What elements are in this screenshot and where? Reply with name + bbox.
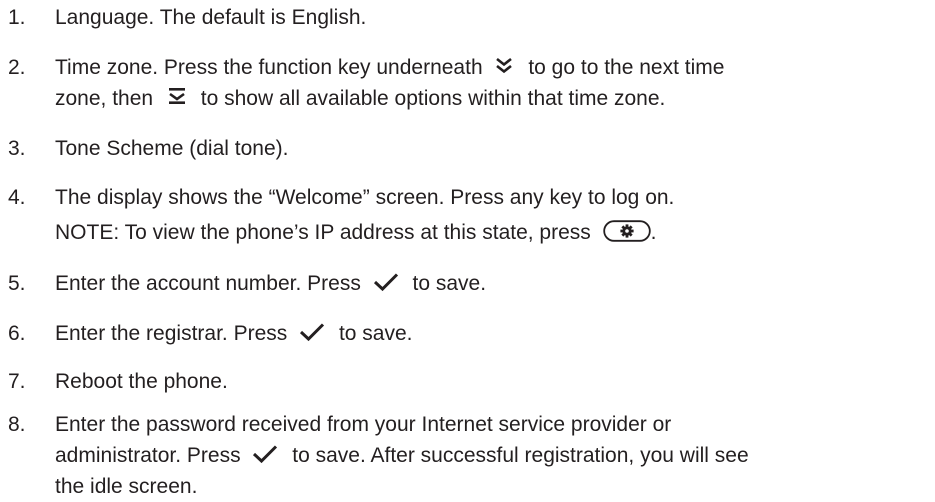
item-text: The display shows the “Welcome” screen. … bbox=[55, 186, 675, 209]
checkmark-icon bbox=[299, 322, 325, 342]
item-text: to go to the next time bbox=[528, 56, 725, 79]
item-number: 8. bbox=[8, 413, 26, 436]
item-text: to show all available options within tha… bbox=[200, 87, 666, 110]
item-text: Enter the registrar. Press bbox=[55, 322, 288, 345]
gear-key-icon bbox=[602, 220, 651, 243]
item-text: Reboot the phone. bbox=[55, 370, 228, 393]
note-end: . bbox=[650, 221, 657, 244]
double-chevron-down-icon bbox=[494, 56, 514, 76]
item-number: 7. bbox=[8, 370, 26, 393]
item-text: to save. After successful registration, … bbox=[292, 444, 749, 467]
item-text: to save. bbox=[338, 322, 413, 345]
item-text: zone, then bbox=[55, 87, 154, 110]
item-number: 5. bbox=[8, 272, 26, 295]
item-text: administrator. Press bbox=[55, 444, 241, 467]
item-number: 4. bbox=[8, 186, 26, 209]
bar-chevron-down-icon bbox=[167, 86, 187, 106]
item-number: 2. bbox=[8, 56, 26, 79]
instruction-list: 1. Language. The default is English. 2. … bbox=[0, 0, 935, 502]
item-number: 1. bbox=[8, 6, 26, 29]
item-number: 6. bbox=[8, 322, 26, 345]
item-number: 3. bbox=[8, 137, 26, 160]
item-text: Enter the account number. Press bbox=[55, 272, 361, 295]
checkmark-icon bbox=[373, 272, 399, 292]
item-text: the idle screen. bbox=[55, 475, 198, 498]
item-text: Tone Scheme (dial tone). bbox=[55, 137, 289, 160]
checkmark-icon bbox=[252, 444, 278, 464]
item-text: to save. bbox=[412, 272, 487, 295]
item-text: Language. The default is English. bbox=[55, 6, 367, 29]
note-text: NOTE: To view the phone’s IP address at … bbox=[55, 221, 591, 244]
item-text: Time zone. Press the function key undern… bbox=[55, 56, 483, 79]
item-text: Enter the password received from your In… bbox=[55, 413, 672, 436]
